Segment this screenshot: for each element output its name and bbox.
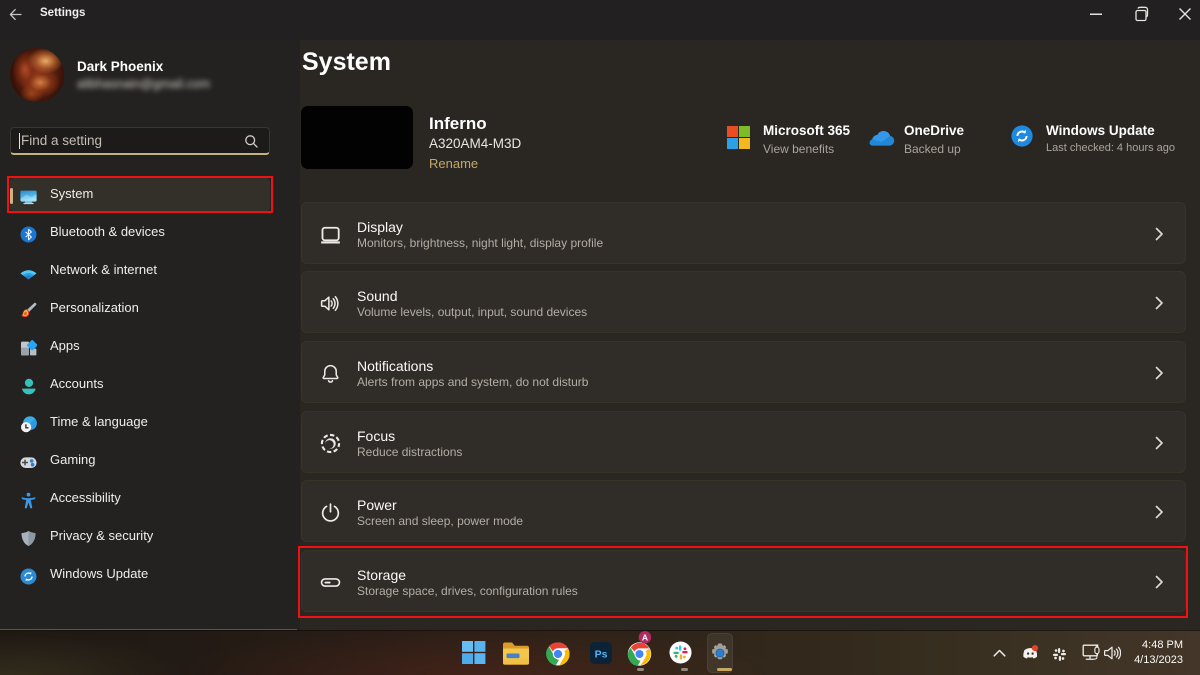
svg-text:Ps: Ps xyxy=(595,648,608,660)
svg-text:A: A xyxy=(642,633,648,643)
